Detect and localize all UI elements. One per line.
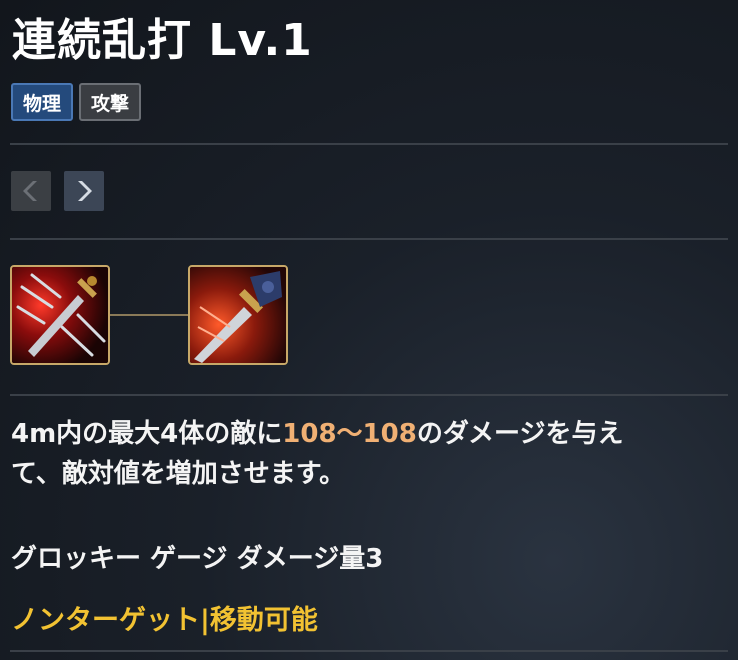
description-suffix: のダメージを与え [416,419,624,449]
skill-tree-connector [110,314,188,316]
next-level-button[interactable] [64,171,104,211]
damage-value: 108〜108 [282,419,417,449]
tag-physical: 物理 [11,83,74,121]
description-prefix: 4m内の最大4体の敵に [11,419,283,449]
skill-description: 4m内の最大4体の敵に108〜108のダメージを与え て、敵対値を増加させます。 [11,414,727,494]
chevron-left-icon [23,181,37,201]
skill-icon-dagger-barrage[interactable] [10,265,110,365]
skill-properties: ノンターゲット|移動可能 [11,605,318,636]
divider [10,650,728,652]
skill-title: 連続乱打 Lv.1 [12,15,313,66]
skill-tags: 物理 攻撃 [11,83,142,121]
divider [10,143,728,145]
skill-icon-dagger-strike[interactable] [188,265,288,365]
description-line2: て、敵対値を増加させます。 [11,459,346,489]
divider [10,238,728,240]
chevron-right-icon [78,181,92,201]
tag-attack: 攻撃 [79,83,142,121]
dagger-strike-icon [190,267,286,363]
divider [10,394,728,396]
dagger-barrage-icon [12,267,108,363]
groggy-gauge-damage: グロッキー ゲージ ダメージ量3 [11,544,384,574]
prev-level-button[interactable] [11,171,51,211]
